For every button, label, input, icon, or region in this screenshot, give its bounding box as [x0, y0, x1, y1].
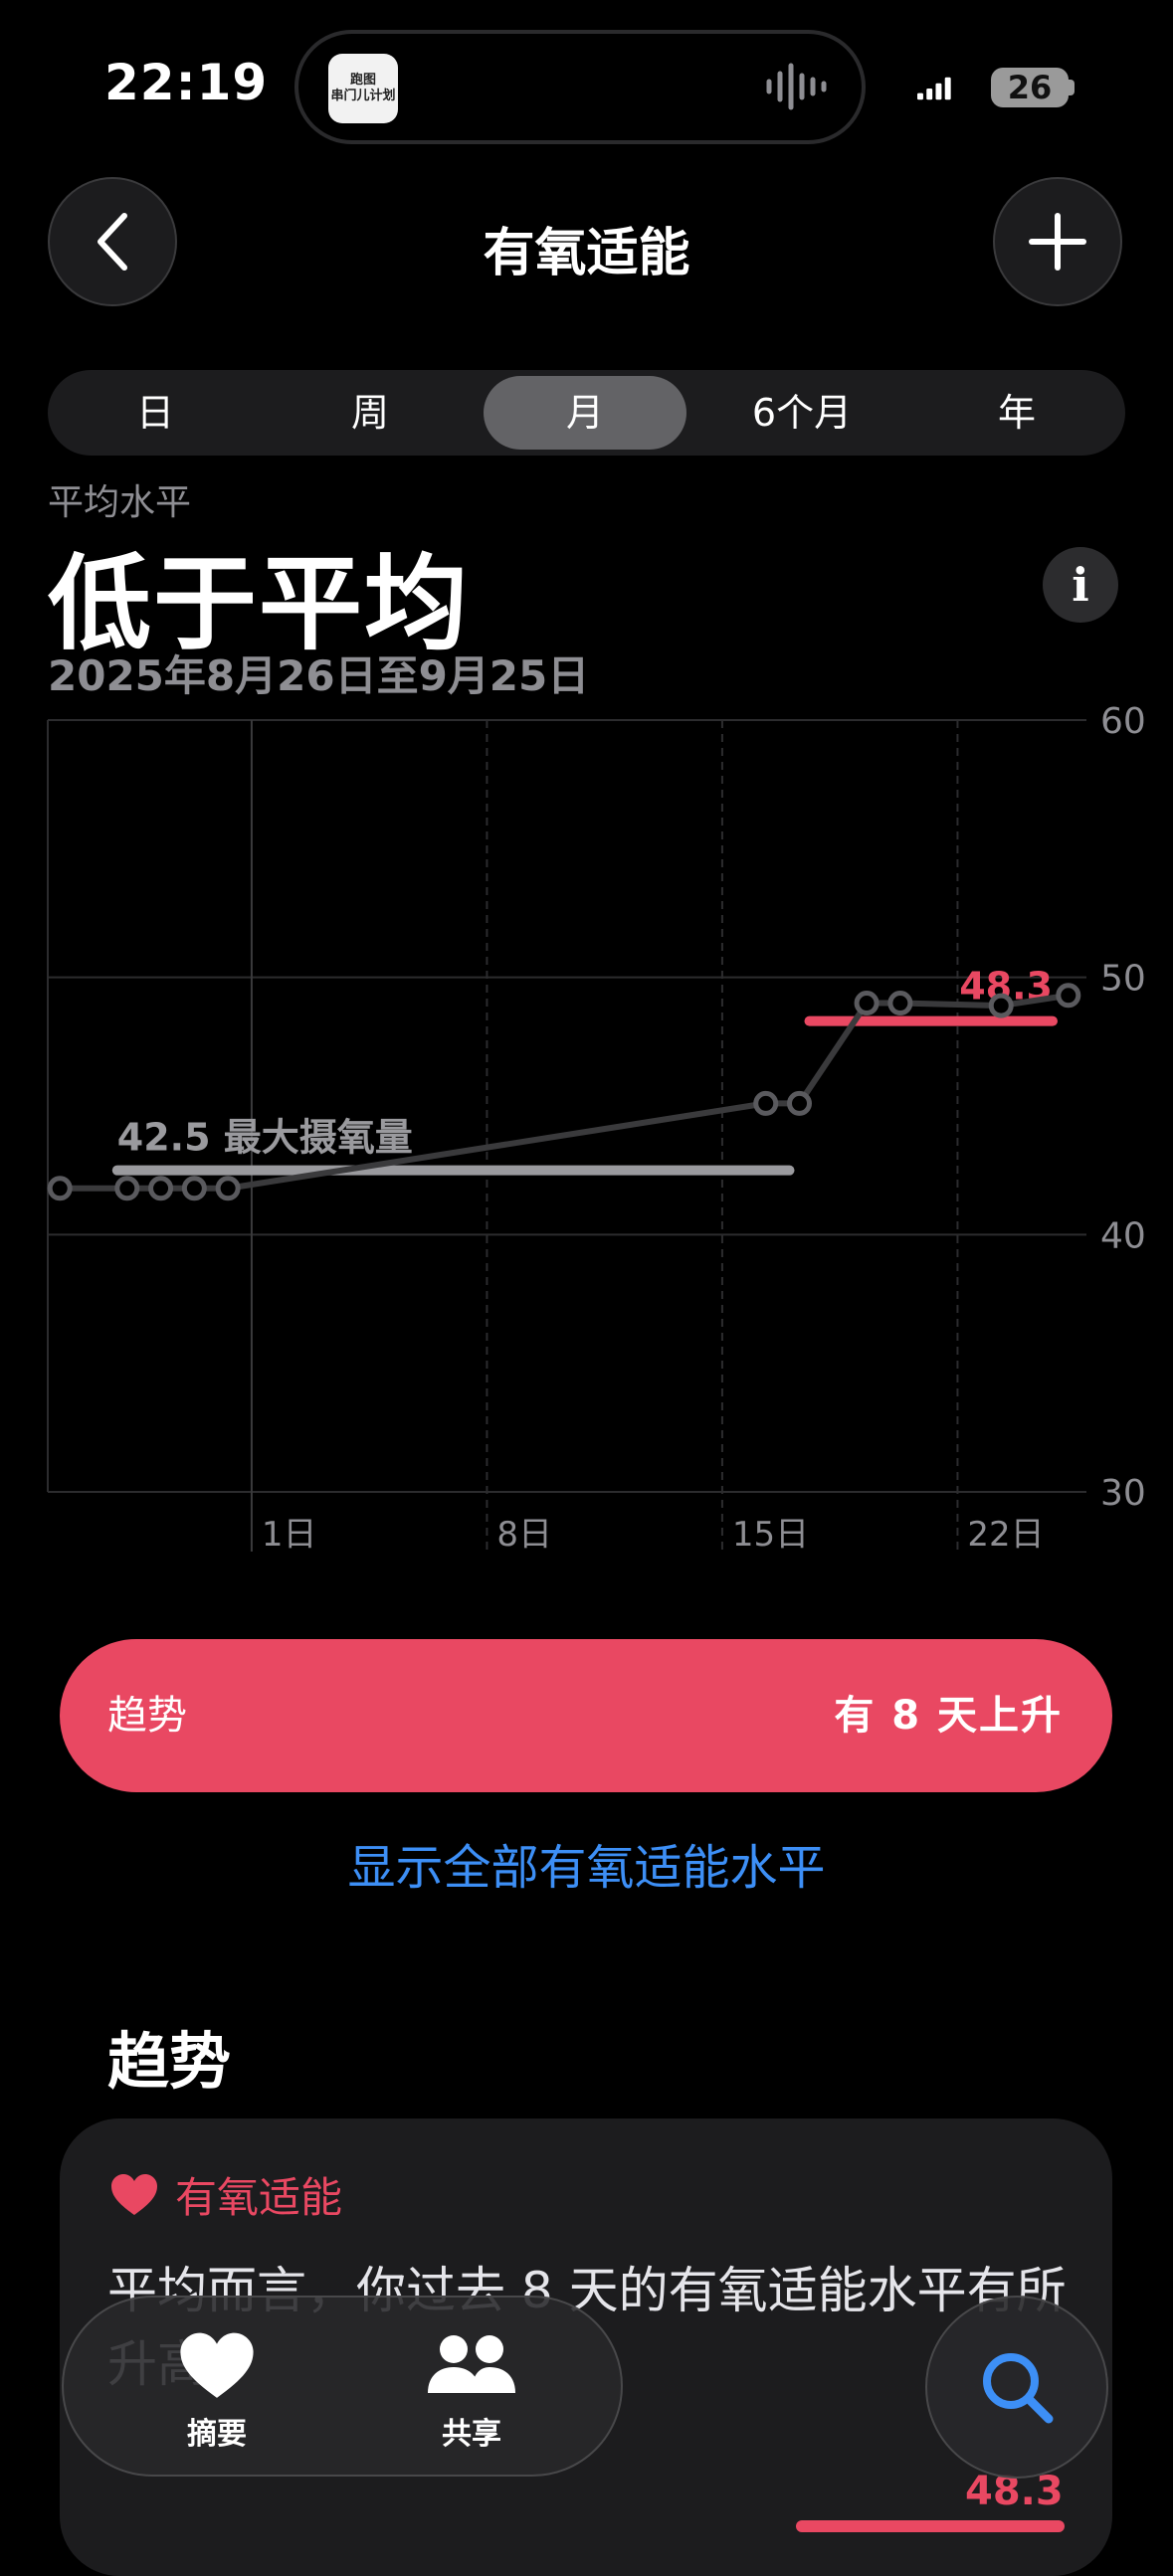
trend-card-header: 有氧适能	[109, 2164, 342, 2225]
info-button[interactable]: i	[1043, 547, 1118, 623]
tab-sharing[interactable]: 共享	[372, 2331, 571, 2453]
data-point	[854, 991, 880, 1016]
x-tick-label: 1日	[262, 1515, 317, 1555]
data-point	[215, 1176, 241, 1201]
dynamic-island[interactable]: 跑图 串门儿计划	[294, 30, 866, 144]
data-point	[988, 993, 1014, 1018]
x-tick-label: 22日	[967, 1515, 1044, 1555]
tab-sharing-label: 共享	[442, 2417, 501, 2452]
status-time: 22:19	[104, 54, 269, 111]
bottom-tab-bar: 摘要 共享	[62, 2296, 623, 2477]
segment-day[interactable]: 日	[48, 370, 263, 456]
battery-icon: 26	[991, 68, 1069, 107]
date-range: 2025年8月26日至9月25日	[48, 651, 590, 700]
y-tick-label: 50	[1100, 959, 1146, 1000]
people-icon	[428, 2335, 515, 2393]
segment-6-months[interactable]: 6个月	[694, 370, 909, 456]
y-tick-label: 60	[1100, 701, 1146, 742]
search-button[interactable]	[925, 2296, 1108, 2479]
data-point	[753, 1090, 779, 1116]
cardio-fitness-chart[interactable]: 605040301日 8日 15日 22日42.5 最大摄氧量48.3	[0, 696, 1173, 1571]
island-app-label: 跑图 串门儿计划	[330, 73, 396, 103]
data-point	[47, 1176, 73, 1201]
island-app-icon: 跑图 串门儿计划	[328, 54, 398, 123]
trend-label: 趋势	[107, 1693, 187, 1739]
heart-icon	[111, 2173, 157, 2215]
cellular-signal-icon	[917, 77, 951, 100]
segment-year[interactable]: 年	[909, 370, 1124, 456]
reference-label: 42.5 最大摄氧量	[117, 1116, 413, 1160]
trend-button[interactable]: 趋势 有 8 天上升	[60, 1639, 1112, 1792]
data-point	[148, 1176, 174, 1201]
trend-card-title: 有氧适能	[175, 2173, 343, 2222]
data-point	[787, 1090, 813, 1116]
data-point	[1056, 983, 1081, 1009]
summary-label: 平均水平	[48, 482, 192, 523]
heart-icon	[180, 2332, 254, 2398]
segment-week[interactable]: 周	[263, 370, 478, 456]
data-point	[887, 991, 913, 1016]
battery-level: 26	[1007, 69, 1053, 106]
x-tick-label: 8日	[496, 1515, 552, 1555]
tab-summary-label: 摘要	[187, 2417, 247, 2452]
y-tick-label: 40	[1100, 1215, 1146, 1256]
battery-tip	[1069, 80, 1075, 95]
trend-value: 有 8 天上升	[834, 1693, 1063, 1739]
plus-icon	[1029, 213, 1086, 271]
trend-card-mini-line	[796, 2520, 1065, 2532]
x-tick-label: 15日	[732, 1515, 809, 1555]
info-icon: i	[1072, 558, 1089, 612]
y-tick-label: 30	[1100, 1473, 1146, 1514]
trends-section-title: 趋势	[107, 2025, 232, 2098]
audio-wave-icon	[766, 63, 827, 110]
add-data-button[interactable]	[993, 177, 1122, 306]
show-all-levels-link[interactable]: 显示全部有氧适能水平	[0, 1828, 1173, 1898]
time-range-segmented-control: 日 周 月 6个月 年	[48, 370, 1125, 456]
data-point	[114, 1176, 140, 1201]
search-icon	[983, 2353, 1054, 2424]
tab-summary[interactable]: 摘要	[117, 2331, 316, 2453]
segment-month[interactable]: 月	[484, 370, 686, 456]
data-point	[181, 1176, 207, 1201]
